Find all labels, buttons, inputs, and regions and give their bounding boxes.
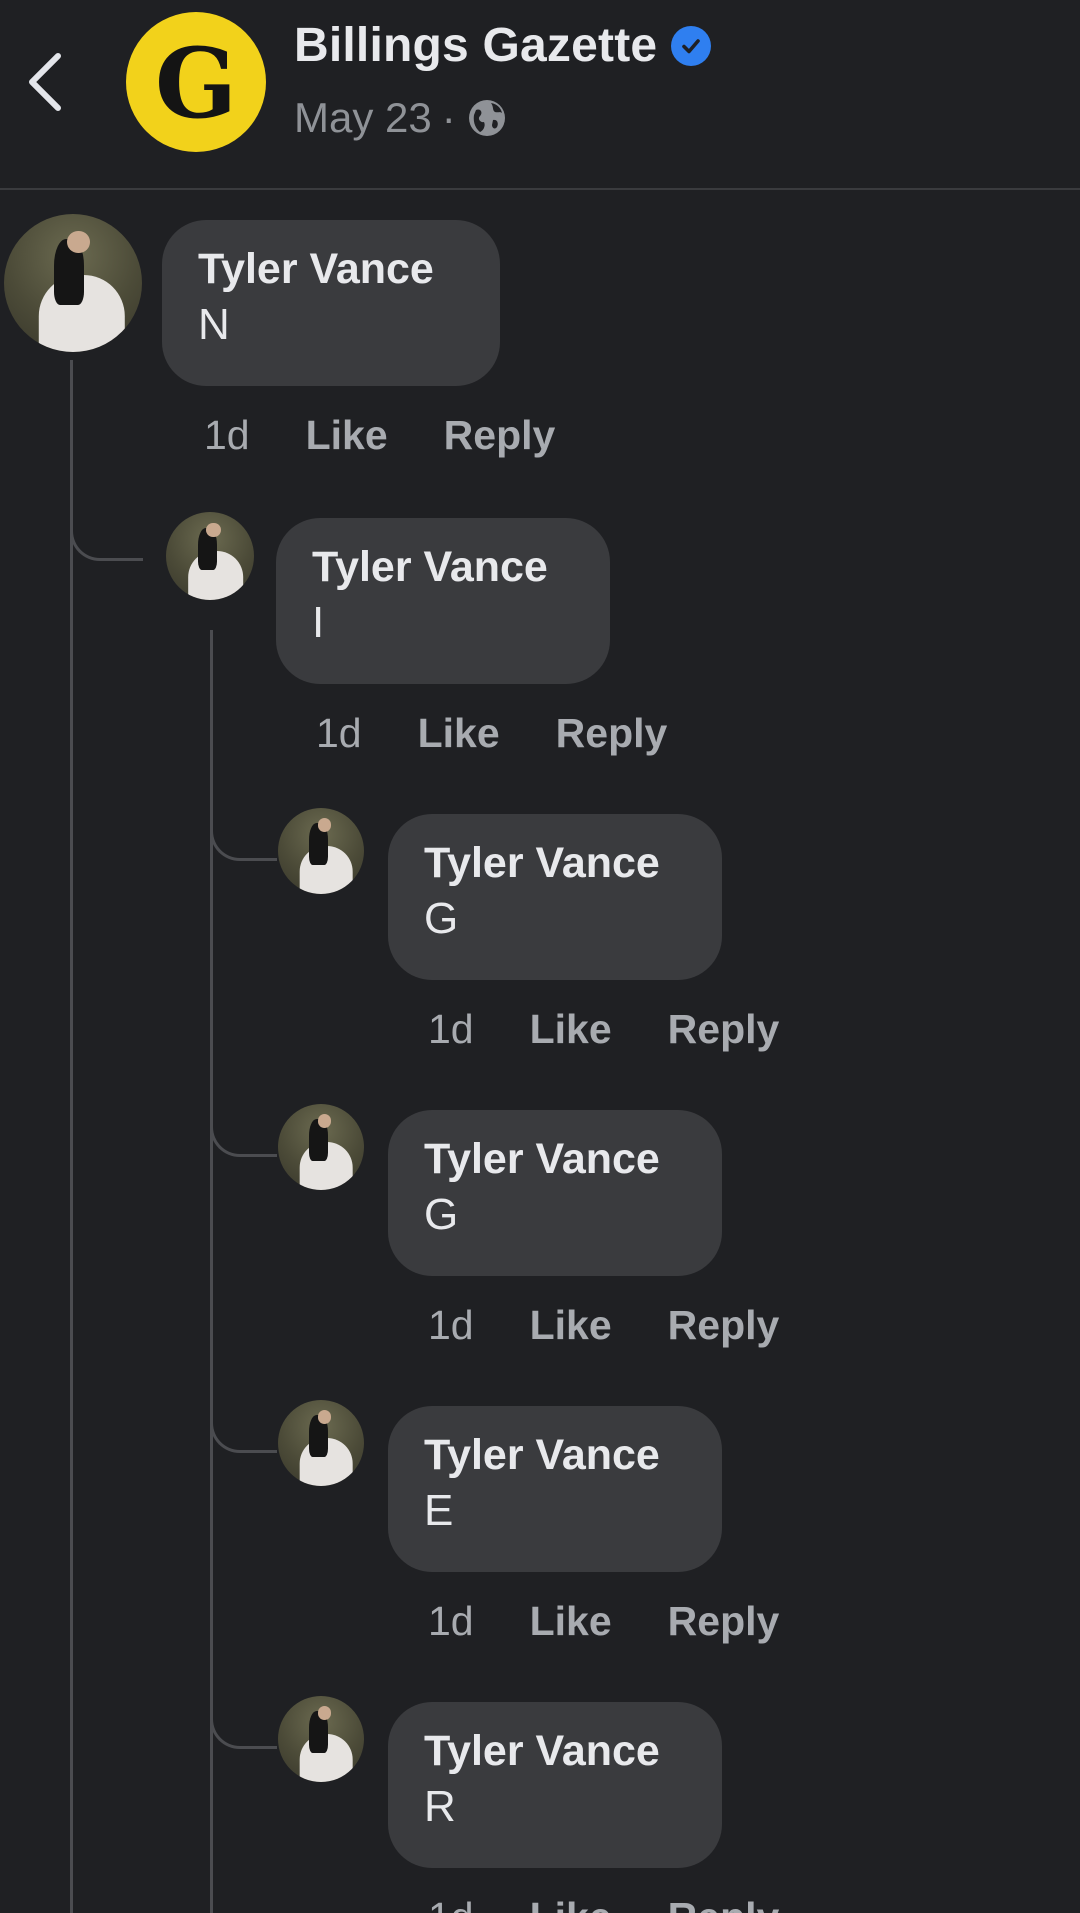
avatar[interactable]	[4, 214, 142, 352]
comment-author[interactable]: Tyler Vance	[424, 839, 686, 887]
avatar[interactable]	[278, 808, 364, 894]
comment-bubble[interactable]: Tyler Vance E	[388, 1406, 722, 1572]
comment-actions: 1d Like Reply	[428, 1894, 835, 1913]
page-name[interactable]: Billings Gazette	[294, 18, 657, 73]
globe-icon	[466, 97, 508, 139]
comment-actions: 1d Like Reply	[316, 710, 723, 757]
like-button[interactable]: Like	[530, 1302, 612, 1349]
thread-line-level-0	[70, 360, 73, 1913]
comment-bubble[interactable]: Tyler Vance N	[162, 220, 500, 386]
comment-text: I	[312, 598, 325, 648]
page-avatar[interactable]: G	[126, 12, 266, 152]
reply-button[interactable]: Reply	[668, 1006, 780, 1053]
comment-author[interactable]: Tyler Vance	[424, 1135, 686, 1183]
reply-button[interactable]: Reply	[668, 1302, 780, 1349]
comment-text: G	[424, 894, 459, 944]
thread-connector	[210, 1698, 277, 1749]
post-date[interactable]: May 23	[294, 94, 432, 142]
avatar[interactable]	[278, 1104, 364, 1190]
reply-button[interactable]: Reply	[668, 1894, 780, 1913]
chevron-left-icon	[29, 53, 61, 111]
comment-author[interactable]: Tyler Vance	[198, 245, 464, 293]
like-button[interactable]: Like	[306, 412, 388, 459]
logo-letter: G	[155, 27, 237, 140]
comment-time[interactable]: 1d	[428, 1598, 474, 1645]
post-header: G Billings Gazette May 23 ·	[0, 0, 1080, 190]
comment-bubble[interactable]: Tyler Vance G	[388, 1110, 722, 1276]
post-meta: May 23 ·	[294, 94, 508, 142]
thread-connector	[70, 510, 143, 561]
thread-connector	[210, 810, 277, 861]
meta-separator: ·	[441, 94, 456, 141]
comment-time[interactable]: 1d	[428, 1302, 474, 1349]
avatar[interactable]	[278, 1400, 364, 1486]
comment-author[interactable]: Tyler Vance	[424, 1431, 686, 1479]
comment-time[interactable]: 1d	[428, 1006, 474, 1053]
verified-badge-icon	[671, 25, 712, 66]
like-button[interactable]: Like	[530, 1006, 612, 1053]
comment-actions: 1d Like Reply	[428, 1598, 835, 1645]
comment-bubble[interactable]: Tyler Vance G	[388, 814, 722, 980]
comment-time[interactable]: 1d	[316, 710, 362, 757]
comment-actions: 1d Like Reply	[204, 412, 611, 459]
avatar[interactable]	[166, 512, 254, 600]
thread-connector	[210, 1106, 277, 1157]
comment-time[interactable]: 1d	[428, 1894, 474, 1913]
comment-text: E	[424, 1486, 454, 1536]
comment-time[interactable]: 1d	[204, 412, 250, 459]
reply-button[interactable]: Reply	[444, 412, 556, 459]
comment-bubble[interactable]: Tyler Vance R	[388, 1702, 722, 1868]
like-button[interactable]: Like	[530, 1598, 612, 1645]
comment-text: G	[424, 1190, 459, 1240]
comment-actions: 1d Like Reply	[428, 1006, 835, 1053]
comment-actions: 1d Like Reply	[428, 1302, 835, 1349]
reply-button[interactable]: Reply	[668, 1598, 780, 1645]
comment-text: R	[424, 1782, 456, 1832]
like-button[interactable]: Like	[530, 1894, 612, 1913]
comment-author[interactable]: Tyler Vance	[312, 543, 574, 591]
back-button[interactable]	[14, 42, 74, 122]
like-button[interactable]: Like	[418, 710, 500, 757]
comment-thread-view: G Billings Gazette May 23 · Tyler Vance …	[0, 0, 1080, 1913]
comment-author[interactable]: Tyler Vance	[424, 1727, 686, 1775]
comment-bubble[interactable]: Tyler Vance I	[276, 518, 610, 684]
avatar[interactable]	[278, 1696, 364, 1782]
comment-text: N	[198, 300, 230, 350]
reply-button[interactable]: Reply	[556, 710, 668, 757]
page-name-row: Billings Gazette	[294, 18, 712, 73]
thread-connector	[210, 1402, 277, 1453]
